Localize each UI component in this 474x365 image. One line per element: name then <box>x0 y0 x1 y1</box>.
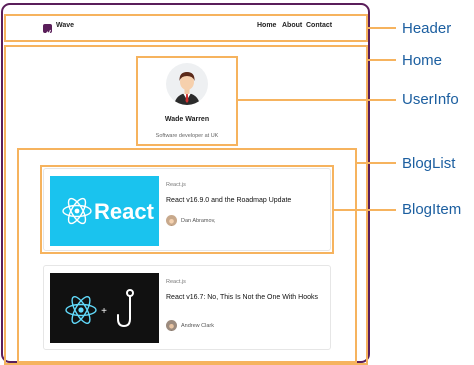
label-blogitem: BlogItem <box>402 201 462 218</box>
label-bloglist: BlogList <box>402 155 456 172</box>
label-home: Home <box>402 52 443 69</box>
label-header: Header <box>402 20 452 37</box>
label-userinfo: UserInfo <box>402 91 459 108</box>
